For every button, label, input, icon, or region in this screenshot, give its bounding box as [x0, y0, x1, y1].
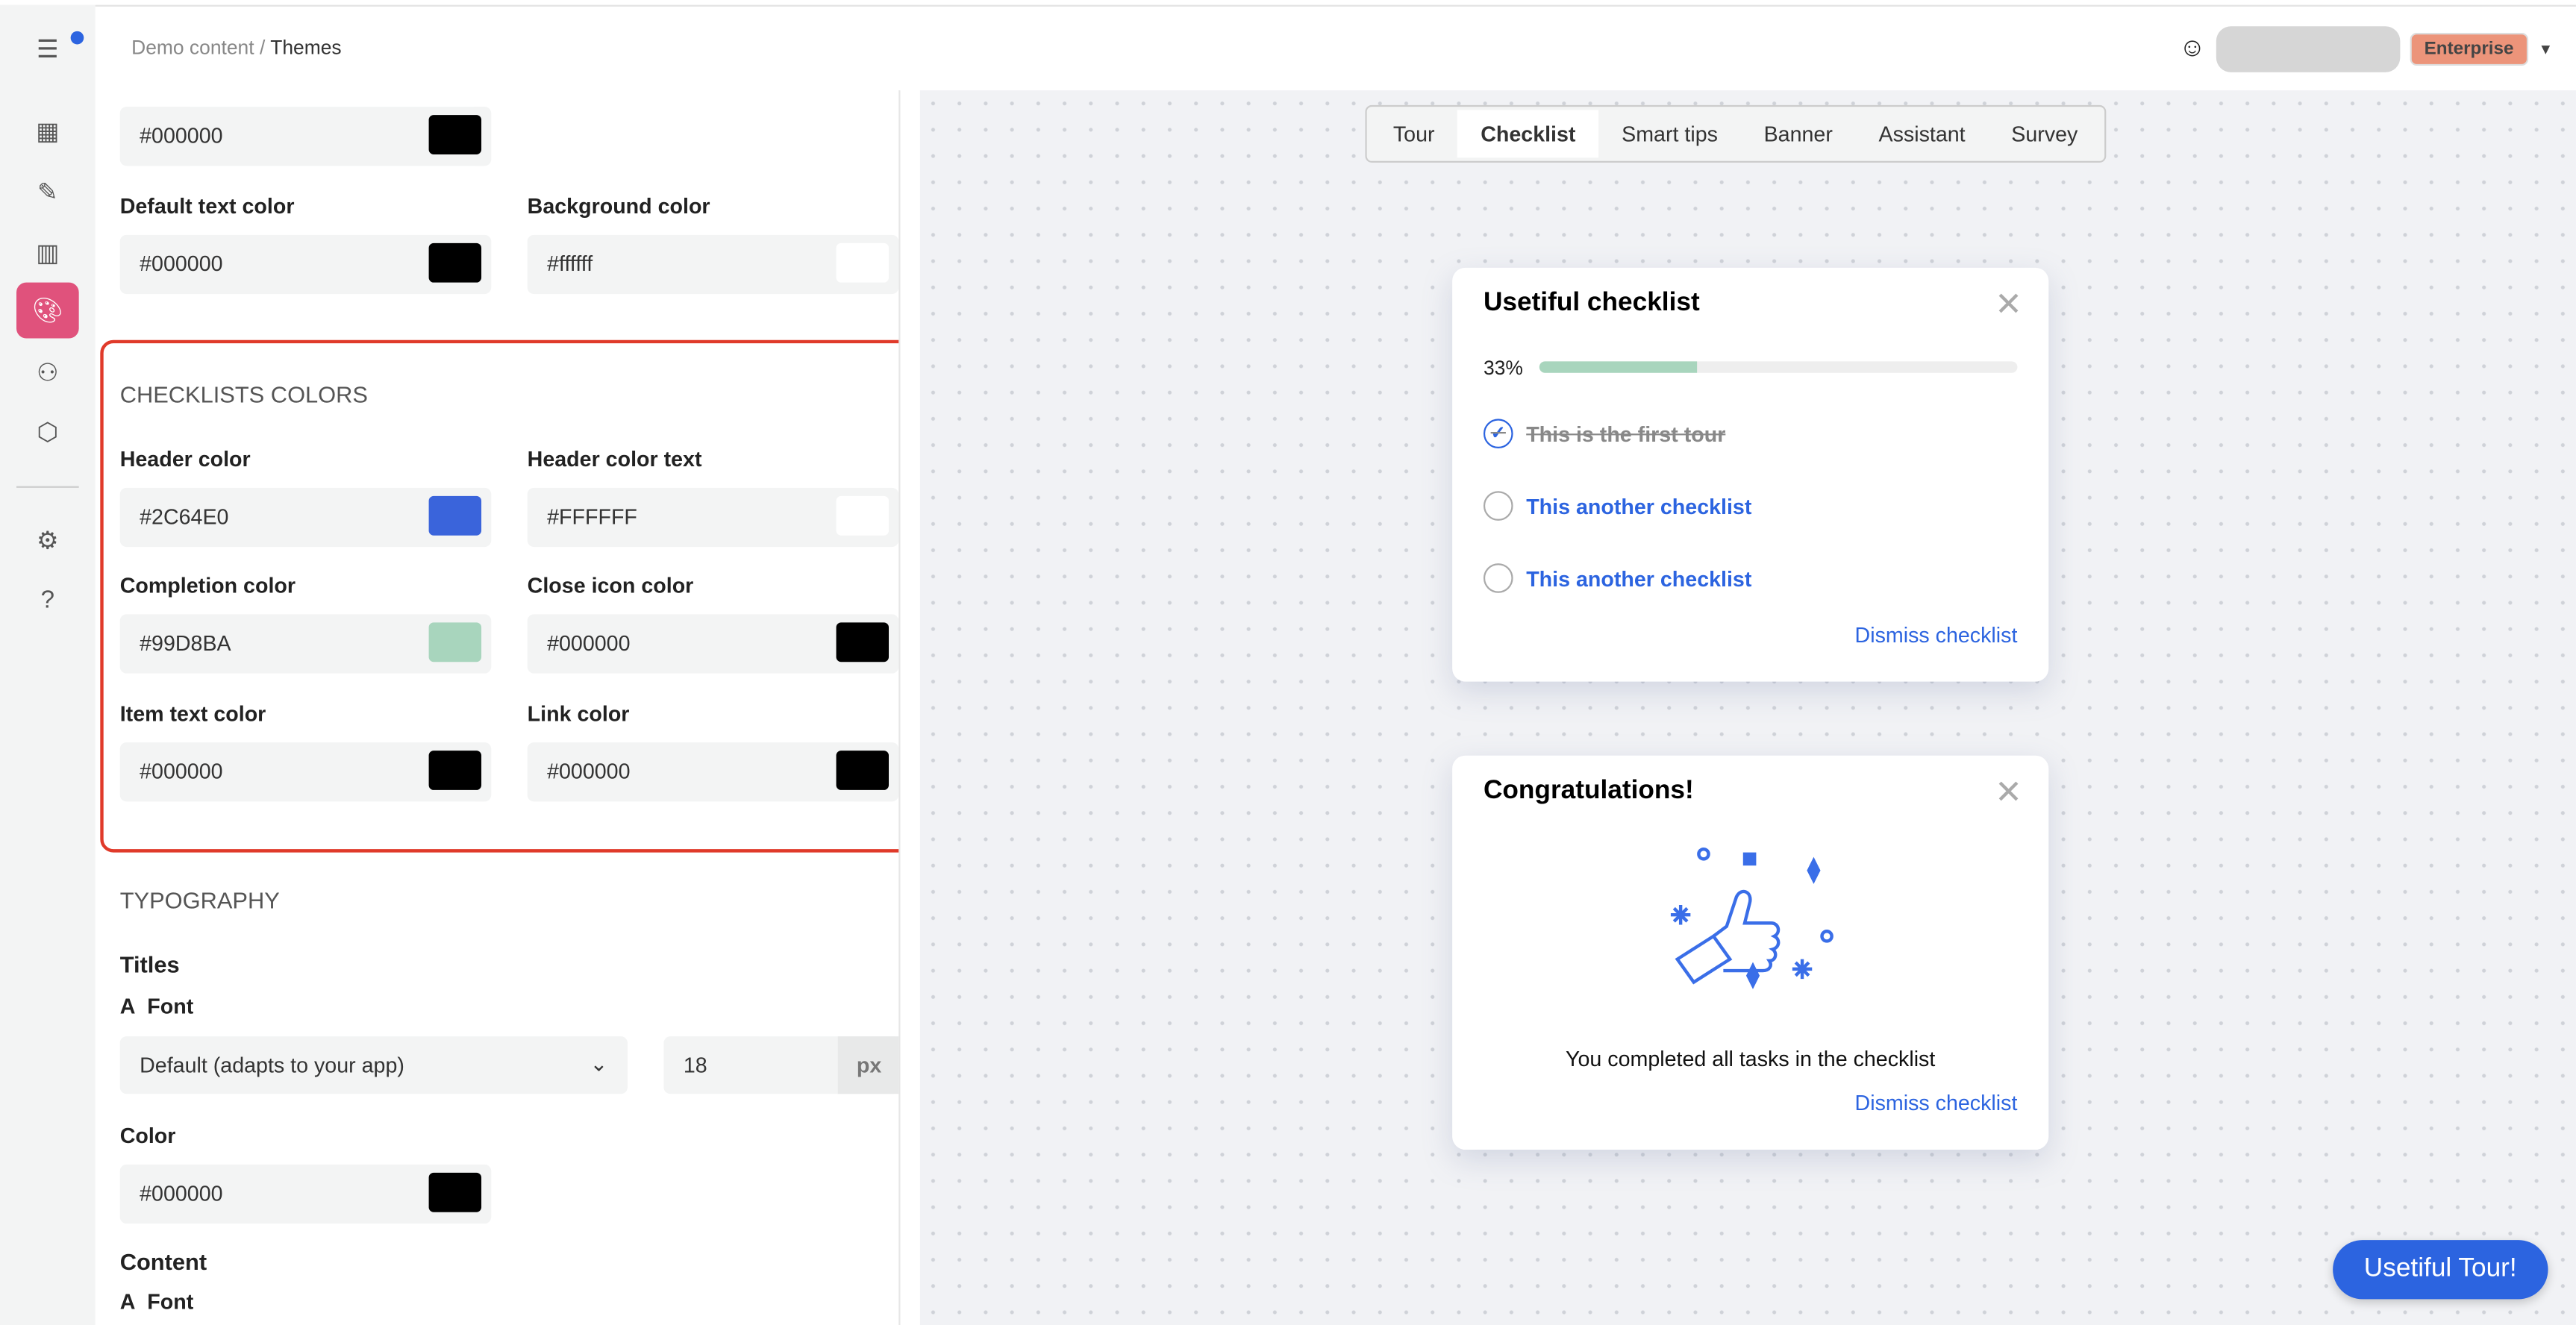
label: Link color	[527, 701, 630, 727]
checklist-title: Usetiful checklist	[1483, 289, 1700, 317]
tab-checklist[interactable]: Checklist	[1457, 110, 1599, 158]
label: Background color	[527, 193, 710, 219]
preview-area: Tour Checklist Smart tips Banner Assistant Su…	[919, 90, 2576, 1325]
label: Completion color	[119, 573, 296, 598]
congrats-title: Congratulations!	[1483, 777, 1694, 805]
close-icon[interactable]: ✕	[1995, 284, 2022, 325]
integrations-icon[interactable]: ⬡	[16, 404, 79, 460]
label: Font	[147, 993, 194, 1018]
font-icon: A	[119, 993, 136, 1018]
launcher-button[interactable]: Usetiful Tour!	[2332, 1240, 2548, 1300]
label: Close icon color	[527, 573, 694, 598]
themes-icon[interactable]: 🎨︎	[16, 282, 79, 339]
dashboard-icon[interactable]: ▦	[16, 104, 79, 160]
title-color-field[interactable]: #000000	[119, 1164, 492, 1224]
breadcrumb-current: Themes	[270, 36, 342, 60]
header-color-text-field[interactable]: #FFFFFF	[527, 487, 899, 548]
tab-survey[interactable]: Survey	[1988, 110, 2101, 158]
close-icon[interactable]: ✕	[1995, 772, 2022, 813]
unit-label: px	[837, 1036, 899, 1094]
segments-icon[interactable]: ⚇	[16, 345, 79, 401]
breadcrumb: Demo content / Themes	[131, 36, 342, 59]
help-icon[interactable]: ?	[16, 571, 79, 627]
sidebar: ☰ ▦ ✎ ▥ 🎨︎ ⚇ ⬡ ⚙ ?	[0, 4, 96, 1325]
top-bar: Demo content / Themes ☺ Enterprise ▼	[95, 4, 2576, 91]
plan-badge: Enterprise	[2409, 33, 2529, 66]
progress-bar	[1539, 361, 2018, 373]
item-text-color-field[interactable]: #000000	[119, 742, 492, 802]
tab-smart-tips[interactable]: Smart tips	[1598, 110, 1740, 158]
label: Default text color	[119, 193, 295, 219]
circle-icon	[1483, 491, 1513, 521]
default-text-color-field[interactable]: #000000	[119, 234, 492, 295]
breadcrumb-parent[interactable]: Demo content	[131, 36, 254, 59]
notification-dot	[70, 31, 84, 45]
user-name-placeholder	[2216, 26, 2400, 72]
congrats-message: You completed all tasks in the checklist	[1566, 1046, 1936, 1071]
font-select[interactable]: Default (adapts to your app) ⌄	[119, 1036, 628, 1094]
progress-label: 33%	[1483, 356, 1523, 380]
tab-banner[interactable]: Banner	[1741, 110, 1856, 158]
congratulations-preview: Congratulations! ✕ You completed all tas…	[1452, 755, 2049, 1150]
section-title: CHECKLISTS COLORS	[119, 380, 368, 407]
menu-icon[interactable]: ☰	[16, 22, 79, 78]
dismiss-checklist-link[interactable]: Dismiss checklist	[1855, 1091, 2018, 1115]
label: Font	[147, 1289, 194, 1315]
header-color-field[interactable]: #2C64E0	[119, 487, 492, 548]
breadcrumb-separator: /	[259, 36, 266, 60]
content-icon[interactable]: ✎	[16, 164, 79, 220]
label: Header color text	[527, 446, 702, 472]
label: Header color	[119, 446, 251, 472]
preview-tabs: Tour Checklist Smart tips Banner Assistant Su…	[1365, 104, 2106, 163]
user-icon: ☺	[2178, 34, 2206, 63]
section-title: TYPOGRAPHY	[119, 886, 280, 914]
analytics-icon[interactable]: ▥	[16, 225, 79, 281]
check-circle-icon: ✓	[1483, 419, 1513, 449]
font-size-input[interactable]: 18 px	[663, 1036, 899, 1094]
checklist-item[interactable]: This another checklist	[1483, 563, 1751, 593]
checklist-item[interactable]: This another checklist	[1483, 491, 1751, 521]
tab-tour[interactable]: Tour	[1370, 110, 1457, 158]
close-icon-color-field[interactable]: #000000	[527, 614, 899, 674]
link-color-field[interactable]: #000000	[527, 742, 899, 802]
top-color-field[interactable]: #000000	[119, 107, 492, 166]
tab-assistant[interactable]: Assistant	[1856, 110, 1989, 158]
label: Item text color	[119, 701, 266, 727]
completion-color-field[interactable]: #99D8BA	[119, 614, 492, 674]
subsection-title: Titles	[119, 950, 180, 977]
chevron-down-icon: ⌄	[590, 1050, 608, 1076]
circle-icon	[1483, 563, 1513, 593]
settings-icon[interactable]: ⚙	[16, 513, 79, 568]
label: Color	[119, 1123, 176, 1148]
background-color-field[interactable]: #ffffff	[527, 234, 899, 295]
font-icon: A	[119, 1289, 136, 1315]
theme-settings-panel: #000000 Default text color #000000 Backg…	[95, 90, 901, 1325]
chevron-down-icon[interactable]: ▼	[2538, 41, 2553, 57]
dismiss-checklist-link[interactable]: Dismiss checklist	[1855, 622, 2018, 647]
checklist-preview: Usetiful checklist ✕ 33% ✓ This is the fi…	[1452, 267, 2049, 682]
divider	[16, 486, 79, 488]
checklist-item[interactable]: ✓ This is the first tour	[1483, 419, 1725, 449]
subsection-title: Content	[119, 1248, 207, 1275]
thumbs-up-illustration	[1670, 847, 1833, 989]
user-menu[interactable]: ☺ Enterprise ▼	[2179, 26, 2576, 72]
